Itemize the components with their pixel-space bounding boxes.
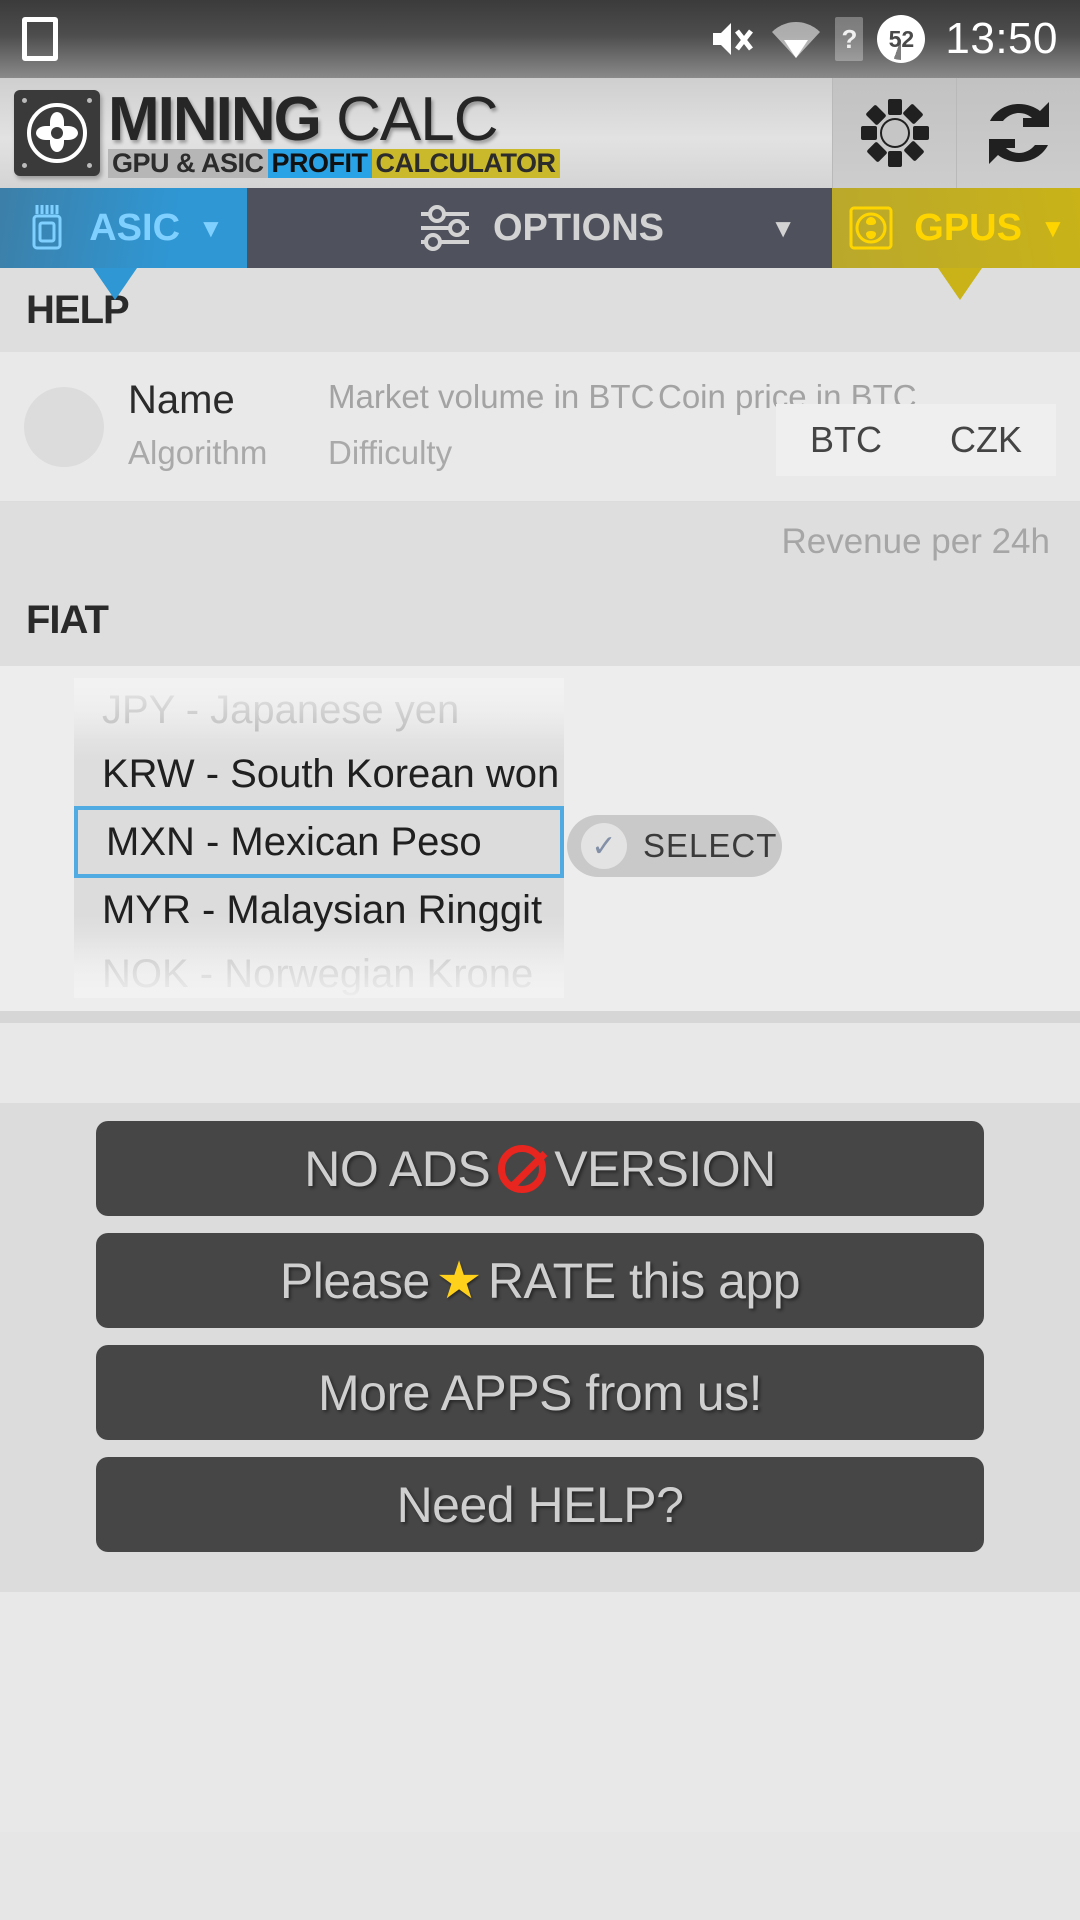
status-bar-left bbox=[22, 17, 58, 61]
need-help-label: Need HELP? bbox=[396, 1476, 684, 1533]
chevron-down-icon: ▼ bbox=[198, 212, 224, 243]
app-title: MINING CALC bbox=[108, 88, 560, 151]
rate-app-button[interactable]: Please ★ RATE this app bbox=[96, 1233, 984, 1328]
list-item-selected[interactable]: MXN - Mexican Peso bbox=[74, 806, 564, 878]
no-ads-label-before: NO ADS bbox=[304, 1140, 491, 1197]
check-glyph: ✓ bbox=[591, 829, 617, 863]
fiat-currency-picker[interactable]: JPY - Japanese yen KRW - South Korean wo… bbox=[74, 678, 564, 998]
refresh-icon bbox=[988, 102, 1049, 164]
app-title-thin: CALC bbox=[319, 84, 498, 154]
prohibited-icon bbox=[498, 1144, 547, 1193]
tab-gpus[interactable]: GPUS ▼ bbox=[832, 188, 1080, 268]
sliders-icon bbox=[420, 205, 469, 251]
fiat-section-title: FIAT bbox=[0, 582, 1080, 666]
subtitle-calculator: CALCULATOR bbox=[371, 148, 560, 178]
tab-options[interactable]: OPTIONS ▼ bbox=[247, 188, 832, 268]
rate-label-before: Please bbox=[279, 1252, 430, 1309]
mute-icon bbox=[713, 23, 754, 55]
tab-options-label: OPTIONS bbox=[492, 206, 665, 249]
status-bar-clock: 13:50 bbox=[945, 14, 1058, 63]
fan-logo-icon bbox=[14, 90, 100, 176]
gpu-fan-icon bbox=[849, 206, 893, 250]
white-square-icon bbox=[22, 17, 58, 61]
star-icon: ★ bbox=[435, 1251, 483, 1310]
list-item[interactable]: MYR - Malaysian Ringgit bbox=[74, 878, 564, 942]
need-help-button[interactable]: Need HELP? bbox=[96, 1457, 984, 1552]
app-subtitle: GPU & ASIC PROFIT CALCULATOR bbox=[108, 148, 560, 178]
list-item[interactable]: NOK - Norwegian Krone bbox=[74, 942, 564, 998]
currency-option-czk[interactable]: CZK bbox=[916, 419, 1056, 461]
status-bar: ? 52 13:50 bbox=[0, 0, 1080, 78]
tab-asic-label: ASIC bbox=[89, 206, 181, 249]
battery-level-label: 52 bbox=[888, 25, 915, 52]
chip-icon bbox=[32, 205, 62, 250]
revenue-per-24h-label: Revenue per 24h bbox=[781, 522, 1050, 561]
rate-label-after: RATE this app bbox=[487, 1252, 801, 1309]
gear-icon bbox=[860, 99, 929, 167]
section-divider bbox=[0, 1011, 1080, 1023]
tab-gpus-label: GPUS bbox=[914, 206, 1022, 249]
spacer-band bbox=[0, 1023, 1080, 1103]
coin-table-header: Name Market volume in BTC Coin price in … bbox=[0, 352, 1080, 502]
chevron-down-icon: ▼ bbox=[1039, 212, 1066, 243]
help-question-icon: ? bbox=[835, 17, 864, 61]
more-apps-button[interactable]: More APPS from us! bbox=[96, 1345, 984, 1440]
subtitle-gpu-asic: GPU & ASIC bbox=[108, 148, 268, 178]
tab-asic[interactable]: ASIC ▼ bbox=[0, 188, 247, 268]
settings-button[interactable] bbox=[832, 78, 956, 188]
list-item[interactable]: JPY - Japanese yen bbox=[74, 678, 564, 742]
column-header-name: Name bbox=[128, 377, 235, 422]
promo-button-panel: NO ADS VERSION Please ★ RATE this app Mo… bbox=[0, 1103, 1080, 1592]
currency-option-btc[interactable]: BTC bbox=[776, 419, 916, 461]
more-apps-label: More APPS from us! bbox=[318, 1364, 762, 1421]
select-button-label: SELECT bbox=[643, 827, 778, 864]
app-title-bold: MINING bbox=[108, 84, 322, 154]
battery-indicator: 52 bbox=[877, 15, 926, 63]
wifi-icon bbox=[772, 22, 821, 58]
check-icon: ✓ bbox=[581, 823, 627, 869]
help-section-title: HELP bbox=[0, 268, 1080, 352]
app-header: MINING CALC GPU & ASIC PROFIT CALCULATOR bbox=[0, 78, 1080, 188]
subtitle-profit: PROFIT bbox=[267, 148, 372, 178]
list-item[interactable]: KRW - South Korean won bbox=[74, 742, 564, 806]
avatar bbox=[24, 386, 104, 467]
tab-gpus-pointer bbox=[938, 268, 982, 300]
no-ads-label-after: VERSION bbox=[554, 1140, 776, 1197]
logo-text-block: MINING CALC GPU & ASIC PROFIT CALCULATOR bbox=[108, 88, 560, 178]
revenue-band: Revenue per 24h bbox=[0, 502, 1080, 582]
column-header-difficulty: Difficulty bbox=[328, 433, 453, 471]
tab-asic-pointer bbox=[93, 268, 137, 300]
status-bar-right: ? 52 13:50 bbox=[711, 14, 1058, 64]
chevron-down-icon: ▼ bbox=[770, 212, 796, 243]
no-ads-version-button[interactable]: NO ADS VERSION bbox=[96, 1121, 984, 1216]
fiat-picker-area: JPY - Japanese yen KRW - South Korean wo… bbox=[0, 666, 1080, 1011]
column-header-market-volume: Market volume in BTC bbox=[328, 377, 655, 415]
app-logo: MINING CALC GPU & ASIC PROFIT CALCULATOR bbox=[0, 78, 832, 188]
bottom-filler bbox=[0, 1592, 1080, 1832]
refresh-button[interactable] bbox=[956, 78, 1080, 188]
main-tab-bar: ASIC ▼ OPTIONS ▼ GPUS ▼ bbox=[0, 188, 1080, 300]
currency-toggle-group: BTC CZK bbox=[776, 404, 1056, 476]
select-button[interactable]: ✓ SELECT bbox=[567, 815, 782, 877]
column-header-algorithm: Algorithm bbox=[128, 433, 268, 471]
